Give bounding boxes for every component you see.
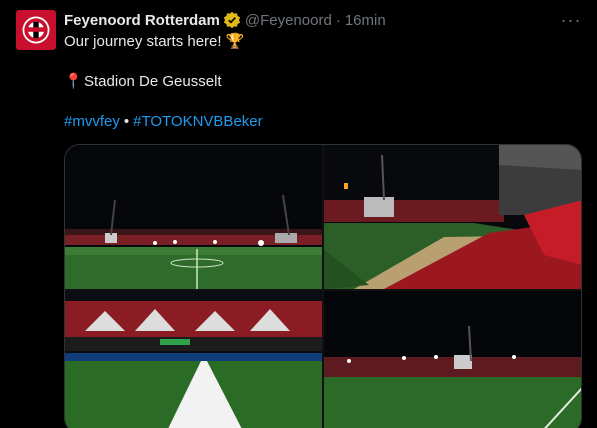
media-photo[interactable] [65,291,322,428]
media-photo[interactable] [65,145,322,289]
hashtag-separator: • [123,113,130,130]
tweet-text-line1: Our journey starts here! 🏆 [64,33,245,50]
tweet-location-line: 📍Stadion De Geusselt [64,72,222,92]
media-grid [64,144,582,428]
hashtag-link[interactable]: #TOTOKNVBBeker [133,113,263,130]
location-text: Stadion De Geusselt [84,73,222,90]
feyenoord-logo-icon [22,16,50,44]
verified-badge-icon[interactable] [223,11,241,29]
hashtag-link[interactable]: #mvvfey [64,113,120,130]
location-pin-icon: 📍 [64,73,83,90]
media-photo[interactable] [324,145,581,289]
tweet-timestamp[interactable]: 16min [345,12,386,29]
avatar[interactable] [16,10,56,50]
author-name[interactable]: Feyenoord Rotterdam [64,12,220,29]
tweet-header: Feyenoord Rotterdam @Feyenoord · 16min [64,10,386,30]
author-handle[interactable]: @Feyenoord [245,12,332,29]
more-options-icon[interactable]: ··· [559,10,583,30]
media-photo[interactable] [324,291,581,428]
tweet-hashtags: #mvvfey • #TOTOKNVBBeker [64,112,263,132]
header-separator: · [335,11,341,29]
